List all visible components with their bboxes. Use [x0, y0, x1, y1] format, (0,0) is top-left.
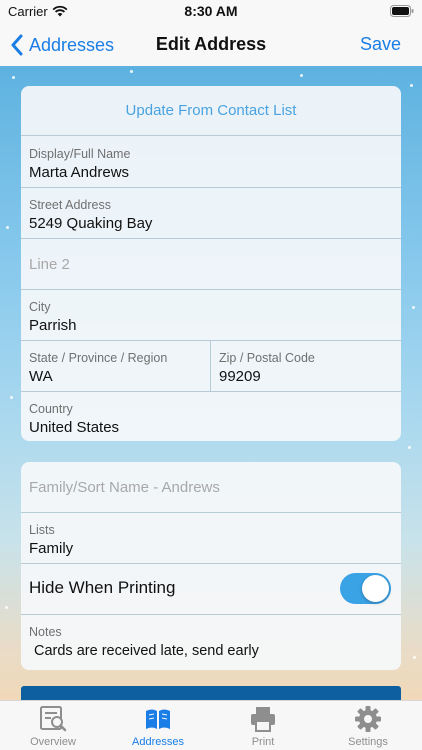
snow-dot	[300, 74, 303, 77]
notes-value[interactable]: Cards are received late, send early	[34, 643, 259, 659]
partially-visible-button[interactable]	[21, 686, 401, 700]
family-name-placeholder: Family/Sort Name - Andrews	[29, 479, 220, 496]
tab-overview-label: Overview	[30, 736, 76, 748]
printer-icon	[251, 707, 275, 732]
tab-addresses-label: Addresses	[132, 736, 184, 748]
toggle-knob	[362, 575, 389, 602]
snow-dot	[408, 446, 411, 449]
line2-field[interactable]: Line 2	[21, 239, 401, 290]
tab-addresses[interactable]: Addresses	[113, 705, 203, 750]
tab-settings-label: Settings	[348, 736, 388, 748]
state-zip-row: State / Province / Region WA Zip / Posta…	[21, 341, 401, 392]
hide-when-printing-toggle[interactable]	[340, 573, 391, 604]
country-value[interactable]: United States	[29, 419, 119, 436]
gear-icon	[355, 706, 381, 732]
tab-bar: Overview Addresses Print Settings	[0, 700, 422, 750]
hide-when-printing-row: Hide When Printing	[21, 564, 401, 615]
status-bar: Carrier 8:30 AM	[0, 0, 422, 24]
clock: 8:30 AM	[184, 3, 238, 19]
city-field[interactable]: City Parrish	[21, 290, 401, 341]
snow-dot	[413, 656, 416, 659]
tab-print-label: Print	[251, 736, 275, 748]
tab-print[interactable]: Print	[218, 705, 308, 750]
update-from-contacts-button[interactable]: Update From Contact List	[21, 86, 401, 136]
state-field[interactable]: State / Province / Region WA	[21, 341, 210, 391]
city-value[interactable]: Parrish	[29, 317, 77, 334]
address-card: Update From Contact List Display/Full Na…	[21, 86, 401, 441]
state-value[interactable]: WA	[29, 368, 53, 385]
family-name-field[interactable]: Family/Sort Name - Andrews	[21, 462, 401, 513]
lists-field[interactable]: Lists Family	[21, 513, 401, 564]
save-button[interactable]: Save	[360, 34, 401, 55]
battery-icon	[390, 5, 414, 17]
city-label: City	[29, 300, 51, 314]
content-area[interactable]: Update From Contact List Display/Full Na…	[0, 66, 422, 700]
snow-dot	[130, 70, 133, 73]
display-name-value[interactable]: Marta Andrews	[29, 164, 129, 181]
country-label: Country	[29, 402, 73, 416]
lists-value[interactable]: Family	[29, 540, 73, 557]
details-card: Family/Sort Name - Andrews Lists Family …	[21, 462, 401, 670]
snow-dot	[410, 84, 413, 87]
zip-field[interactable]: Zip / Postal Code 99209	[211, 341, 401, 391]
display-name-label: Display/Full Name	[29, 147, 131, 161]
notes-label: Notes	[29, 625, 62, 639]
back-button[interactable]: Addresses	[10, 32, 114, 58]
tab-overview[interactable]: Overview	[8, 705, 98, 750]
hide-when-printing-label: Hide When Printing	[29, 578, 176, 597]
street-address-field[interactable]: Street Address 5249 Quaking Bay	[21, 188, 401, 239]
navigation-bar: Addresses Edit Address Save	[0, 24, 422, 66]
street-address-label: Street Address	[29, 198, 111, 212]
snow-dot	[412, 306, 415, 309]
snow-dot	[10, 396, 13, 399]
line2-placeholder: Line 2	[29, 256, 70, 273]
lists-label: Lists	[29, 523, 55, 537]
state-label: State / Province / Region	[29, 351, 168, 365]
snow-dot	[5, 606, 8, 609]
notes-field[interactable]: Notes Cards are received late, send earl…	[21, 615, 401, 670]
chevron-left-icon	[11, 34, 23, 56]
street-address-value[interactable]: 5249 Quaking Bay	[29, 215, 152, 232]
zip-label: Zip / Postal Code	[219, 351, 315, 365]
display-name-field[interactable]: Display/Full Name Marta Andrews	[21, 137, 401, 188]
book-icon	[146, 709, 170, 729]
snow-dot	[12, 76, 15, 79]
edit-address-screen: Carrier 8:30 AM Addresses Edit Address S…	[0, 0, 422, 750]
country-field[interactable]: Country United States	[21, 392, 401, 441]
zip-value[interactable]: 99209	[219, 368, 261, 385]
tab-settings[interactable]: Settings	[323, 705, 413, 750]
overview-icon	[40, 706, 67, 732]
snow-dot	[6, 226, 9, 229]
back-button-label: Addresses	[29, 34, 115, 55]
